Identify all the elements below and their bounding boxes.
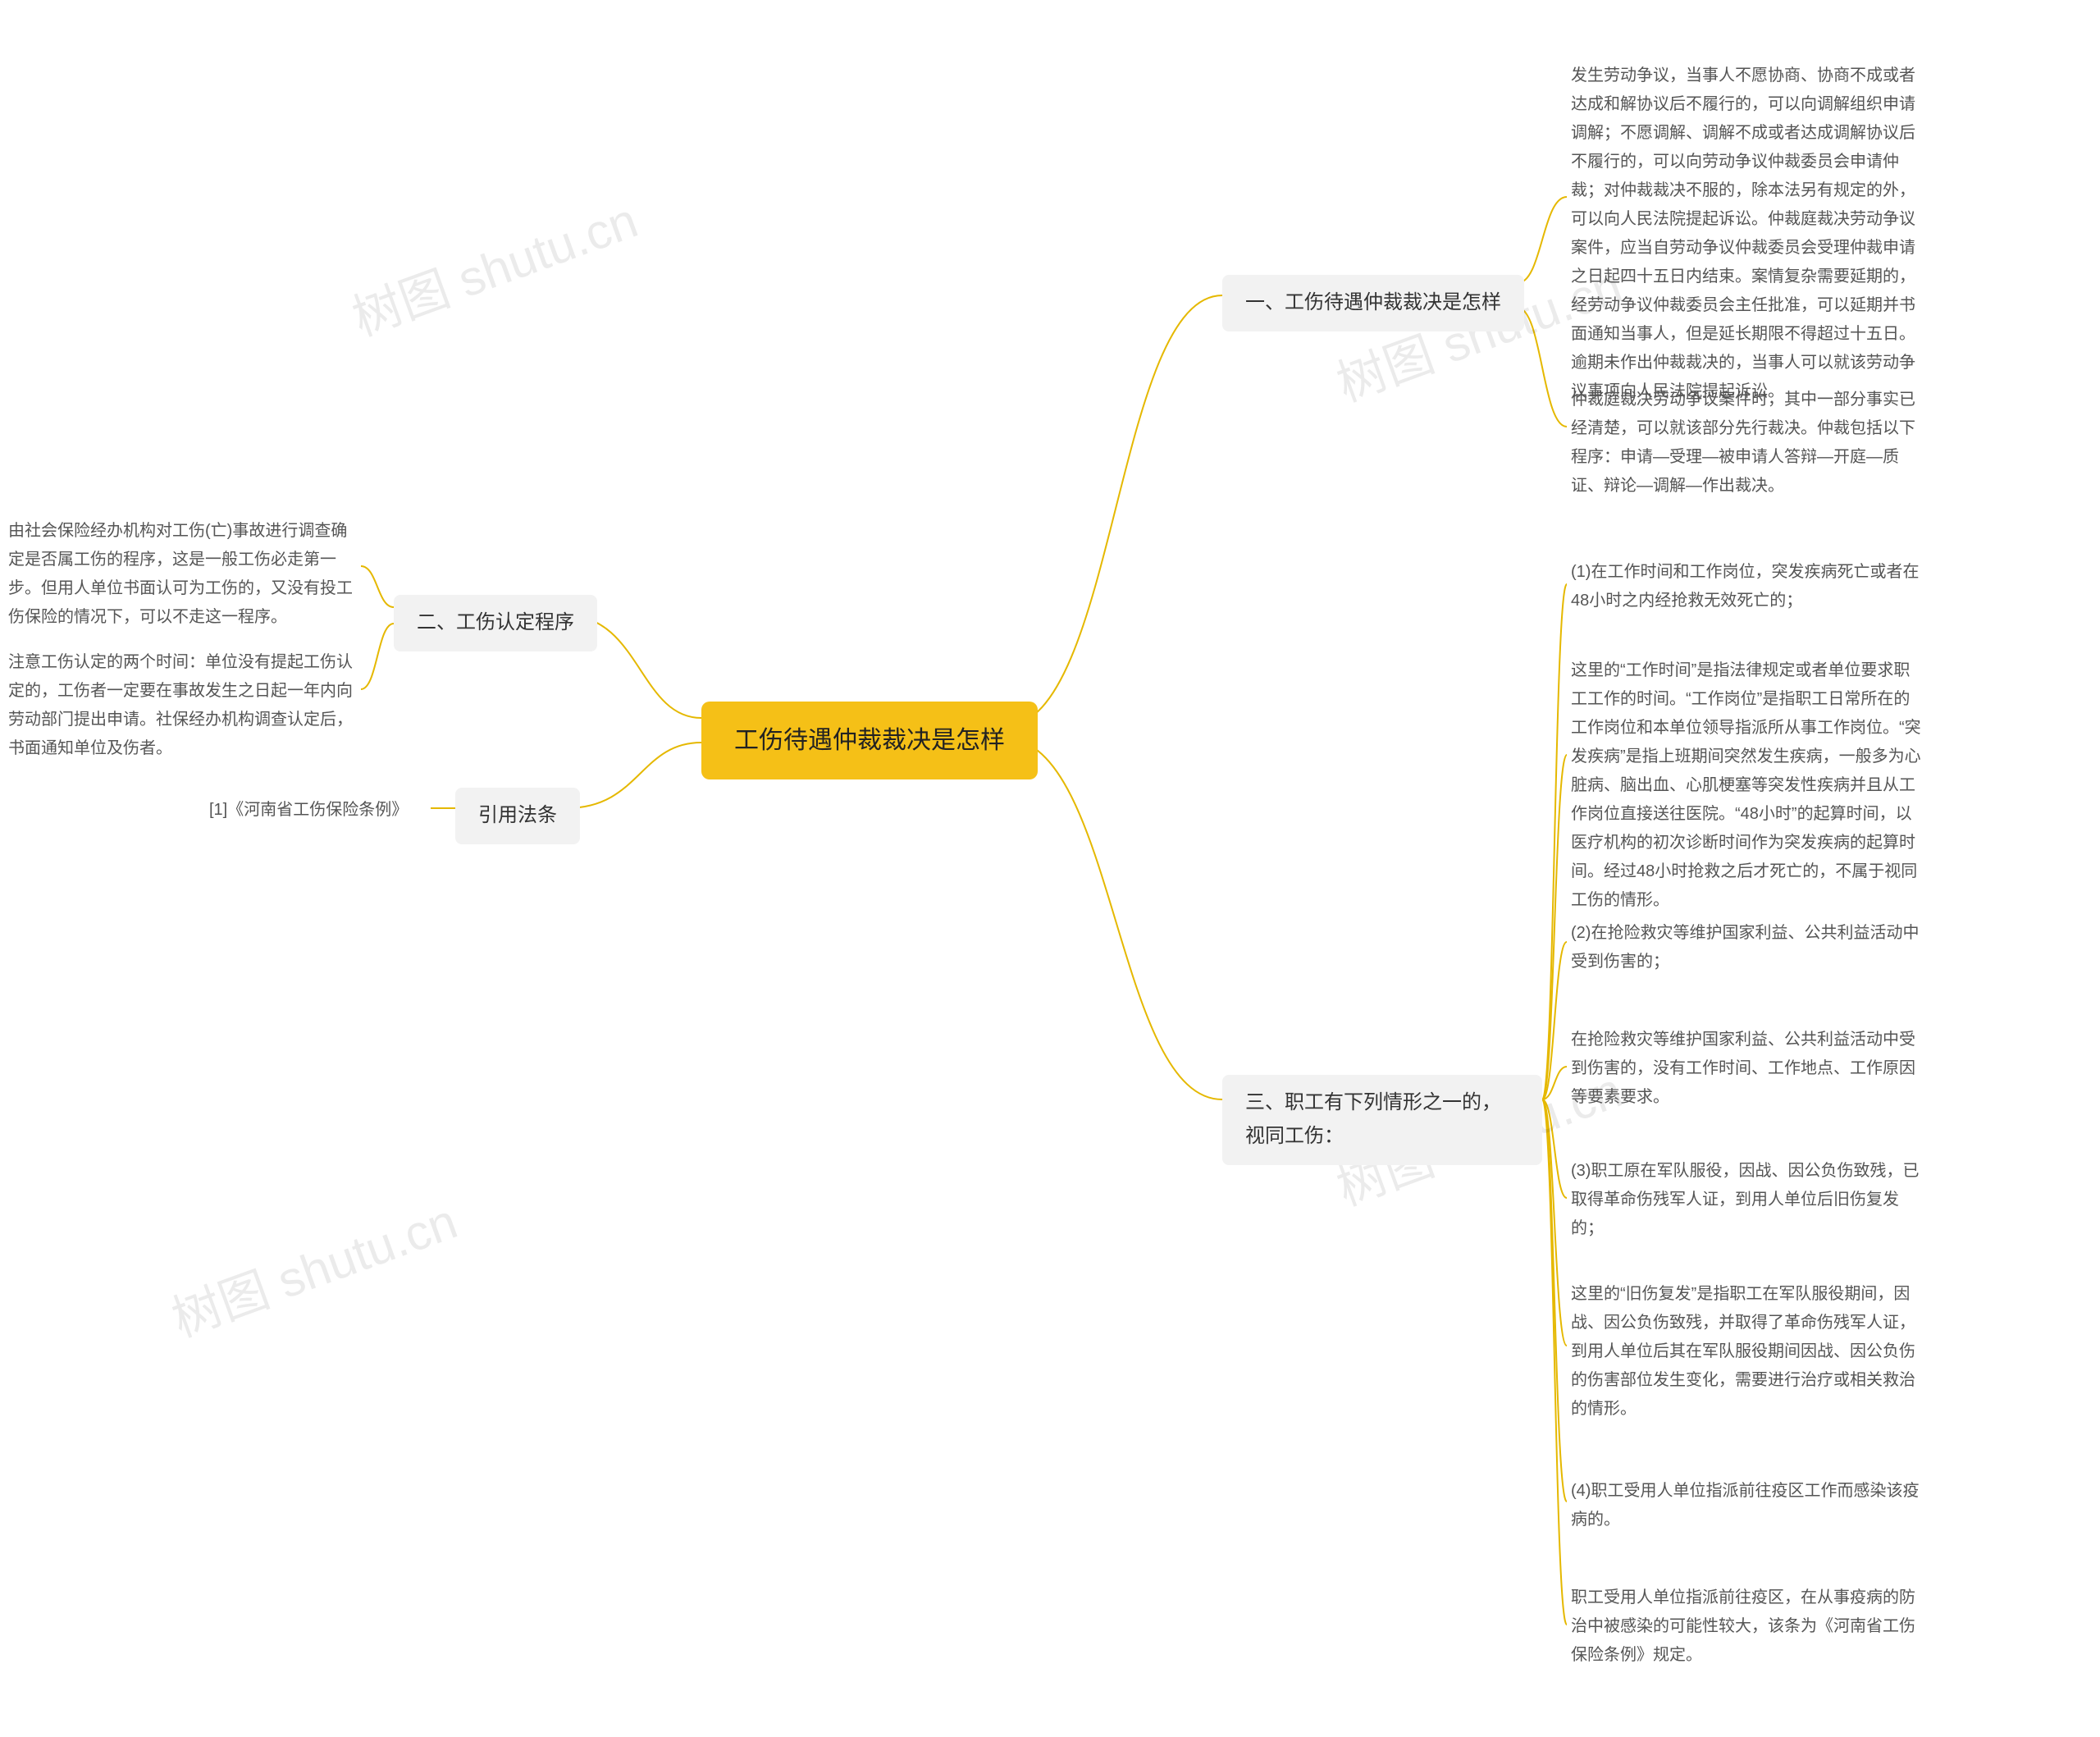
leaf-b3-7: (4)职工受用人单位指派前往疫区工作而感染该疫病的。 (1571, 1477, 1924, 1534)
leaf-b3-1: (1)在工作时间和工作岗位，突发疾病死亡或者在48小时之内经抢救无效死亡的； (1571, 558, 1924, 615)
branch-2[interactable]: 二、工伤认定程序 (394, 595, 597, 651)
leaf-b3-8: 职工受用人单位指派前往疫区，在从事疫病的防治中被感染的可能性较大，该条为《河南省… (1571, 1584, 1924, 1670)
branch-1[interactable]: 一、工伤待遇仲裁裁决是怎样 (1222, 275, 1524, 331)
leaf-b3-5: (3)职工原在军队服役，因战、因公负伤致残，已取得革命伤残军人证，到用人单位后旧… (1571, 1157, 1924, 1243)
leaf-b2-1: 由社会保险经办机构对工伤(亡)事故进行调查确定是否属工伤的程序，这是一般工伤必走… (8, 517, 361, 632)
leaf-b2-2: 注意工伤认定的两个时间：单位没有提起工伤认定的，工伤者一定要在事故发生之日起一年… (8, 648, 361, 763)
watermark: 树图 shutu.cn (161, 1182, 465, 1351)
branch-3[interactable]: 三、职工有下列情形之一的，视同工伤： (1222, 1075, 1542, 1165)
branch-4[interactable]: 引用法条 (455, 788, 580, 844)
leaf-b1-1: 发生劳动争议，当事人不愿协商、协商不成或者达成和解协议后不履行的，可以向调解组织… (1571, 62, 1924, 406)
leaf-b1-2: 仲裁庭裁决劳动争议案件时，其中一部分事实已经清楚，可以就该部分先行裁决。仲裁包括… (1571, 386, 1924, 501)
root-node[interactable]: 工伤待遇仲裁裁决是怎样 (701, 702, 1038, 779)
leaf-b3-2: 这里的“工作时间”是指法律规定或者单位要求职工工作的时间。“工作岗位”是指职工日… (1571, 656, 1924, 915)
leaf-b4-1: [1]《河南省工伤保险条例》 (209, 796, 408, 825)
watermark: 树图 shutu.cn (341, 181, 646, 350)
leaf-b3-3: (2)在抢险救灾等维护国家利益、公共利益活动中受到伤害的； (1571, 919, 1924, 976)
leaf-b3-4: 在抢险救灾等维护国家利益、公共利益活动中受到伤害的，没有工作时间、工作地点、工作… (1571, 1026, 1924, 1112)
leaf-b3-6: 这里的“旧伤复发”是指职工在军队服役期间，因战、因公负伤致残，并取得了革命伤残军… (1571, 1280, 1924, 1424)
